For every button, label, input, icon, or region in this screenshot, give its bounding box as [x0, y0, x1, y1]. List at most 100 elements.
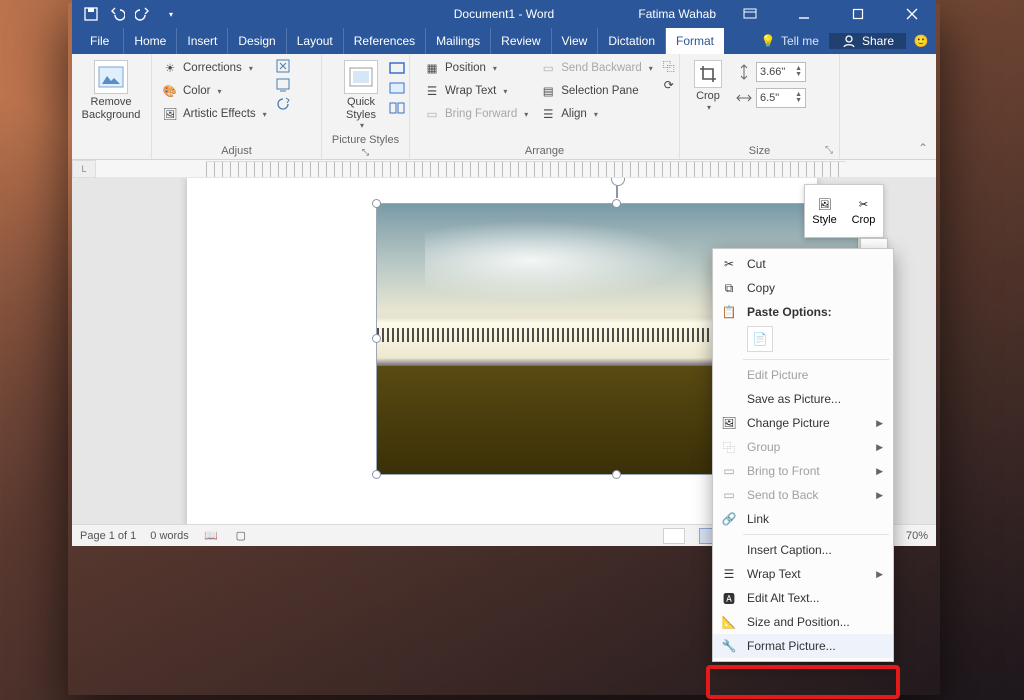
context-size-and-position[interactable]: 📐Size and Position...: [713, 610, 893, 634]
tab-insert[interactable]: Insert: [177, 28, 228, 54]
size-dialog-launcher-icon[interactable]: ⤡: [825, 145, 833, 156]
resize-handle-ml[interactable]: [372, 334, 381, 343]
context-insert-caption[interactable]: Insert Caption...: [713, 538, 893, 562]
undo-icon[interactable]: [108, 5, 126, 23]
tab-file[interactable]: File: [76, 28, 124, 54]
artistic-effects-button[interactable]: 🖼Artistic Effects▾: [158, 104, 271, 124]
tab-view[interactable]: View: [552, 28, 599, 54]
height-spinner[interactable]: ▲▼: [795, 66, 802, 78]
picture-layout-icon[interactable]: [389, 100, 405, 116]
context-cut[interactable]: ✂Cut: [713, 252, 893, 276]
maximize-button[interactable]: [838, 0, 878, 28]
context-change-picture[interactable]: 🖼Change Picture▶: [713, 411, 893, 435]
brightness-icon: ☀: [162, 60, 178, 76]
context-group: ⿻Group▶: [713, 435, 893, 459]
resize-handle-bm[interactable]: [612, 470, 621, 479]
wrap-text-button[interactable]: ☰Wrap Text▾: [420, 81, 532, 101]
tell-me-search[interactable]: 💡 Tell me: [750, 33, 829, 49]
color-button[interactable]: 🎨Color▾: [158, 81, 271, 101]
picture-border-icon[interactable]: [389, 60, 405, 76]
ribbon: Remove Background ☀Corrections▾ 🎨Color▾ …: [72, 54, 936, 160]
minimize-button[interactable]: [784, 0, 824, 28]
save-icon[interactable]: [82, 5, 100, 23]
tab-mailings[interactable]: Mailings: [426, 28, 491, 54]
align-button[interactable]: ☰Align▾: [536, 104, 657, 124]
context-paste-options-header: 📋Paste Options:: [713, 300, 893, 324]
resize-handle-tm[interactable]: [612, 199, 621, 208]
group-arrange: ▦Position▾ ☰Wrap Text▾ ▭Bring Forward▾ ▭…: [410, 54, 680, 159]
word-count[interactable]: 0 words: [150, 530, 189, 542]
spellcheck-icon[interactable]: 📖: [203, 528, 219, 544]
macro-record-icon[interactable]: ▢: [233, 528, 249, 544]
collapse-ribbon-icon[interactable]: ⌃: [918, 141, 928, 155]
tab-format[interactable]: Format: [666, 28, 724, 54]
close-button[interactable]: [892, 0, 932, 28]
mini-style-button[interactable]: 🖼 Style: [805, 185, 844, 237]
tab-layout[interactable]: Layout: [287, 28, 344, 54]
change-picture-icon[interactable]: [275, 77, 291, 93]
context-save-as-picture[interactable]: Save as Picture...: [713, 387, 893, 411]
selection-pane-icon: ▤: [540, 83, 556, 99]
share-button[interactable]: Share: [829, 33, 906, 49]
compress-pictures-icon[interactable]: [275, 58, 291, 74]
quick-styles-button[interactable]: Quick Styles▾: [328, 58, 394, 132]
width-input[interactable]: 6.5"▲▼: [756, 88, 806, 108]
context-link[interactable]: 🔗Link: [713, 507, 893, 531]
read-mode-button[interactable]: [663, 528, 685, 544]
context-wrap-text[interactable]: ☰Wrap Text▶: [713, 562, 893, 586]
tab-selector[interactable]: L: [72, 160, 96, 178]
resize-handle-bl[interactable]: [372, 470, 381, 479]
feedback-smiley-icon[interactable]: 🙂: [906, 34, 936, 48]
person-share-icon: [841, 33, 857, 49]
context-bring-to-front: ▭Bring to Front▶: [713, 459, 893, 483]
tab-home[interactable]: Home: [124, 28, 177, 54]
selection-pane-button[interactable]: ▤Selection Pane: [536, 81, 657, 101]
bring-front-ctx-icon: ▭: [719, 462, 739, 480]
page-indicator[interactable]: Page 1 of 1: [80, 530, 136, 542]
position-icon: ▦: [424, 60, 440, 76]
zoom-level[interactable]: 70%: [906, 530, 928, 542]
bring-forward-button[interactable]: ▭Bring Forward▾: [420, 104, 532, 124]
wrap-text-icon: ☰: [424, 83, 440, 99]
context-separator-2: [743, 534, 889, 535]
lightbulb-icon: 💡: [760, 33, 776, 49]
context-edit-picture: Edit Picture: [713, 363, 893, 387]
height-input[interactable]: 3.66"▲▼: [756, 62, 806, 82]
size-group-label: Size: [686, 143, 833, 157]
mini-crop-icon: ✂: [856, 196, 872, 212]
remove-background-icon: [94, 60, 128, 94]
crop-button[interactable]: Crop▾: [686, 58, 730, 114]
change-picture-ctx-icon: 🖼: [719, 414, 739, 432]
context-format-picture[interactable]: 🔧Format Picture...: [713, 634, 893, 658]
group-objects-icon[interactable]: ⿻: [661, 58, 677, 74]
redo-icon[interactable]: [134, 5, 152, 23]
rotate-icon[interactable]: ⟳: [661, 77, 677, 93]
signed-in-user[interactable]: Fatima Wahab: [638, 7, 716, 21]
group-adjust: ☀Corrections▾ 🎨Color▾ 🖼Artistic Effects▾…: [152, 54, 322, 159]
position-button[interactable]: ▦Position▾: [420, 58, 532, 78]
group-ctx-icon: ⿻: [719, 438, 739, 456]
send-backward-button[interactable]: ▭Send Backward▾: [536, 58, 657, 78]
picture-effects-icon[interactable]: [389, 80, 405, 96]
quick-styles-icon: [344, 60, 378, 94]
tab-references[interactable]: References: [344, 28, 426, 54]
tab-review[interactable]: Review: [491, 28, 551, 54]
tab-design[interactable]: Design: [228, 28, 286, 54]
qat-customize-icon[interactable]: ▾: [162, 5, 180, 23]
horizontal-ruler[interactable]: [206, 161, 846, 177]
resize-handle-tl[interactable]: [372, 199, 381, 208]
remove-background-button[interactable]: Remove Background: [78, 58, 144, 123]
alt-text-ctx-icon: 🅰: [719, 589, 739, 607]
mini-crop-button[interactable]: ✂ Crop: [844, 185, 883, 237]
width-spinner[interactable]: ▲▼: [795, 92, 802, 104]
context-edit-alt-text[interactable]: 🅰Edit Alt Text...: [713, 586, 893, 610]
tab-dictation[interactable]: Dictation: [598, 28, 666, 54]
rotate-handle[interactable]: [616, 182, 618, 198]
ruler-bar: L: [72, 160, 936, 178]
paste-option-keep-source[interactable]: 📄: [747, 326, 773, 352]
context-copy[interactable]: ⧉Copy: [713, 276, 893, 300]
reset-picture-icon[interactable]: [275, 96, 291, 112]
ribbon-display-options-icon[interactable]: [730, 0, 770, 28]
corrections-button[interactable]: ☀Corrections▾: [158, 58, 271, 78]
remove-background-label: Remove Background: [82, 96, 141, 121]
